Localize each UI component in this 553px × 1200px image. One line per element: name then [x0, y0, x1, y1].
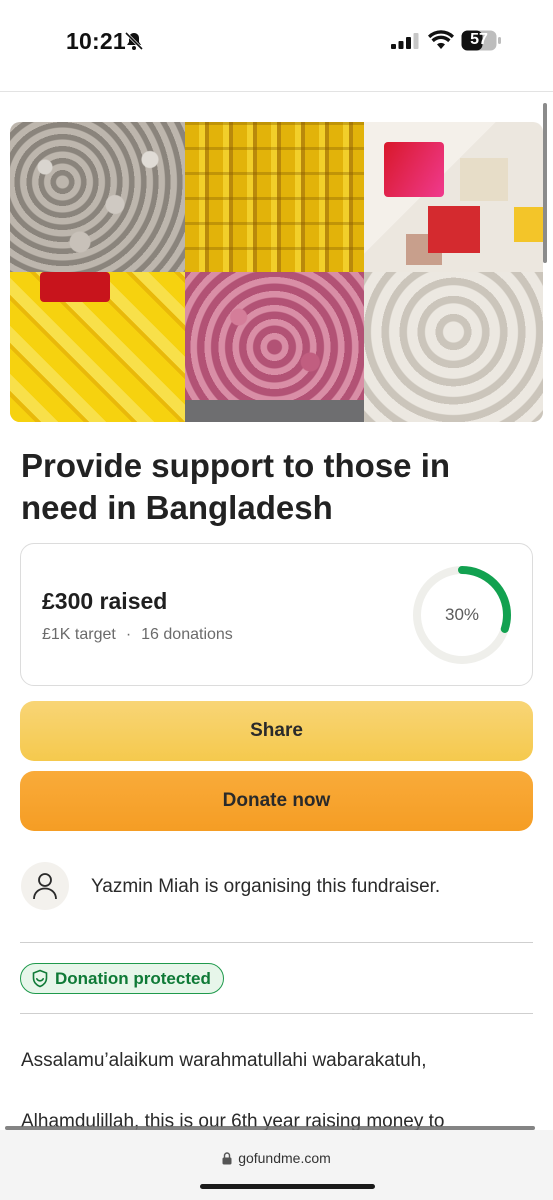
hero-image-collage [10, 122, 543, 422]
shield-check-icon [32, 969, 48, 988]
browser-bar-edge [5, 1126, 535, 1130]
status-bar: 10:21 57 [0, 0, 553, 90]
donate-now-button[interactable]: Donate now [20, 771, 533, 831]
section-divider [20, 942, 533, 943]
photo-food-parcel-items [364, 122, 543, 272]
story-paragraph-1: Assalamu’alaikum warahmatullahi wabaraka… [21, 1050, 427, 1071]
donation-count: 16 donations [141, 626, 233, 643]
clock-time: 10:21 [66, 28, 126, 54]
organiser-avatar [21, 862, 69, 910]
home-indicator[interactable] [200, 1184, 375, 1189]
progress-percent: 30% [444, 605, 480, 624]
photo-rice-bags [364, 272, 543, 422]
header-divider [0, 91, 553, 92]
wifi-icon [428, 30, 454, 49]
url-text: gofundme.com [238, 1150, 331, 1166]
photo-yellow-packets [10, 272, 185, 422]
organiser-text: Yazmin Miah is organising this fundraise… [91, 876, 441, 897]
scrollbar[interactable] [543, 103, 547, 263]
photo-red-onion-bags [185, 272, 364, 422]
battery-level: 57 [470, 31, 488, 48]
lock-icon [222, 1151, 232, 1164]
amount-raised: £300 raised [42, 588, 168, 614]
campaign-meta: £1K target · 16 donations [42, 626, 233, 644]
donation-protected-badge[interactable]: Donation protected [20, 963, 224, 994]
share-button[interactable]: Share [20, 701, 533, 761]
url-bar[interactable]: gofundme.com [0, 1150, 553, 1166]
cellular-signal-icon [391, 33, 419, 49]
section-divider [20, 1013, 533, 1014]
target-amount: £1K target [42, 626, 116, 643]
meta-separator: · [125, 626, 132, 643]
bell-slash-icon [124, 31, 144, 51]
progress-card: £300 raised £1K target · 16 donations 30% [20, 543, 533, 686]
campaign-title: Provide support to those in need in Bang… [21, 447, 451, 526]
badge-label: Donation protected [55, 968, 211, 988]
photo-onion-bags [10, 122, 185, 272]
user-icon [33, 873, 57, 900]
photo-cooking-oil-bottles [185, 122, 364, 272]
